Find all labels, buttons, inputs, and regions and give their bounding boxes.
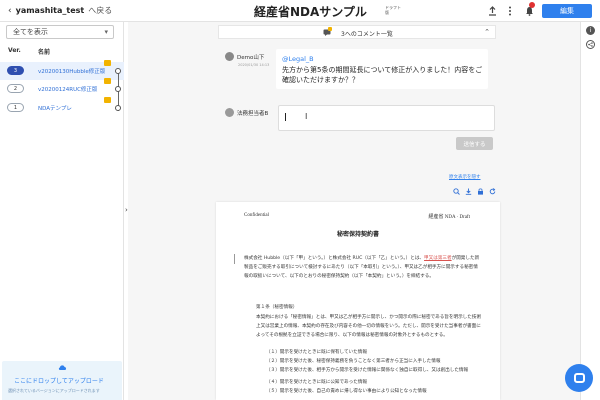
more-vertical-icon[interactable] [503,4,517,18]
filter-value: 全てを表示 [13,28,48,36]
back-project-name: yamashita_test [15,6,85,15]
right-rail: i [580,22,600,400]
version-node [115,105,121,111]
text-cursor [285,113,286,121]
comment-list-header[interactable]: 3へのコメント一覧 ⌃ [218,25,496,39]
upload-icon[interactable] [485,4,499,18]
version-number: 2 [7,84,24,93]
change-marker [234,254,235,264]
article-title: 第１条（秘密情報） [256,305,298,310]
list-item: （４）開示を受けたときに既に公知であった情報 [266,380,368,385]
list-item: （２）開示を受けた後、秘密保持義務を負うことなく第三者から正当に入手した情報 [266,359,441,364]
page-title: 経産省NDAサンプル [254,5,367,19]
edit-button[interactable]: 編集 [542,4,592,18]
version-node [115,68,121,74]
version-name[interactable]: v20200124RUC修正版 [38,85,97,93]
list-item: （３）開示を受けた後、相手方から開示を受けた情報に関係なく独自に取得し、又は創出… [266,368,469,373]
version-number: 3 [7,66,24,75]
version-number: 1 [7,103,24,112]
version-name[interactable]: v20200130Hubble修正版 [38,67,105,75]
comment-mention[interactable]: @Legal_B [282,55,314,63]
doc-highlight[interactable]: 甲又は第三者 [424,256,452,261]
notification-badge [529,2,535,8]
chevron-left-icon: ‹ [8,5,12,16]
list-item: （５）開示を受けた後、自己の責めに帰し得ない事由により公知となった情報 [266,389,427,394]
reply-author: 法務担当者B [237,111,269,117]
info-icon[interactable]: i [586,26,595,35]
version-node [115,86,121,92]
list-item: （１）開示を受けたときに既に保有していた情報 [266,350,367,355]
document-page: Confidential 経産省 NDA · Draft 秘密保持契約書 株式会… [216,202,500,400]
avatar [225,108,234,117]
comment-count-icon [104,60,111,66]
column-header-name: 名前 [38,49,51,56]
comment-author: Demo山下 [237,55,265,61]
chevron-down-icon: ▾ [104,28,108,36]
doc-header-right: 経産省 NDA · Draft [428,215,470,220]
comment-count-icon [104,97,111,103]
status-badge: ドラフト版 [385,5,401,15]
comment-bubble: @Legal_B 先方から第5条の期間延長について修正が入りました！内容をご確認… [276,49,488,89]
comment-count-icon [104,78,111,84]
chevron-up-icon[interactable]: ⌃ [484,28,490,36]
lock-icon[interactable] [477,188,484,195]
reply-input[interactable]: I [278,105,495,131]
refresh-icon[interactable] [489,188,496,195]
doc-paragraph-start: 株式会社 Hubble（以下「甲」という。）と株式会社 RUC（以下「乙」という… [244,256,425,261]
cloud-upload-icon [58,364,67,370]
doc-paragraph: 株式会社 Hubble（以下「甲」という。）と株式会社 RUC（以下「乙」という… [244,254,482,281]
comment-list-title: 3へのコメント一覧 [341,31,393,38]
comment-badge [328,27,332,31]
ibeam-cursor-icon: I [305,112,308,121]
download-icon[interactable] [465,188,472,195]
chat-icon [573,373,585,383]
top-bar: ‹ yamashita_test へ戻る 経産省NDAサンプル ドラフト版 編集 [0,0,600,22]
back-link[interactable]: ‹ yamashita_test へ戻る [8,5,112,16]
share-icon[interactable] [586,40,595,49]
zoom-icon[interactable] [453,188,460,195]
doc-header-left: Confidential [244,213,269,218]
main-content: 3へのコメント一覧 ⌃ Demo山下 2020/01/30 14:13 @Leg… [128,22,580,400]
comment-timestamp: 2020/01/30 14:13 [238,63,270,67]
dropzone-subtitle: 選択されているバージョンにアップロードされます [8,388,100,393]
dropzone-title: ここにドロップしてアップロード [14,378,104,385]
back-label: へ戻る [88,6,113,15]
send-reply-button[interactable]: 送信する [456,137,493,150]
version-filter-select[interactable]: 全てを表示 ▾ [6,25,114,39]
version-sidebar: 全てを表示 ▾ Ver. 名前 3 v20200130Hubble修正版 2 v… [0,22,124,400]
upload-dropzone[interactable]: ここにドロップしてアップロード 選択されているバージョンにアップロードされます [2,361,122,400]
column-header-version: Ver. [8,47,21,54]
chat-support-button[interactable] [565,364,593,392]
hide-original-link[interactable]: 原文表示を隠す [449,174,481,180]
version-name[interactable]: NDAテンプレ [38,104,72,112]
avatar [225,52,234,61]
doc-title: 秘密保持契約書 [336,231,379,238]
comment-body: 先方から第5条の期間延長について修正が入りました！内容をご確認いただけますか？？ [282,66,483,84]
article-body: 本契約における「秘密情報」とは、甲又は乙が相手方に開示し、かつ開示の際に秘密であ… [256,315,482,338]
